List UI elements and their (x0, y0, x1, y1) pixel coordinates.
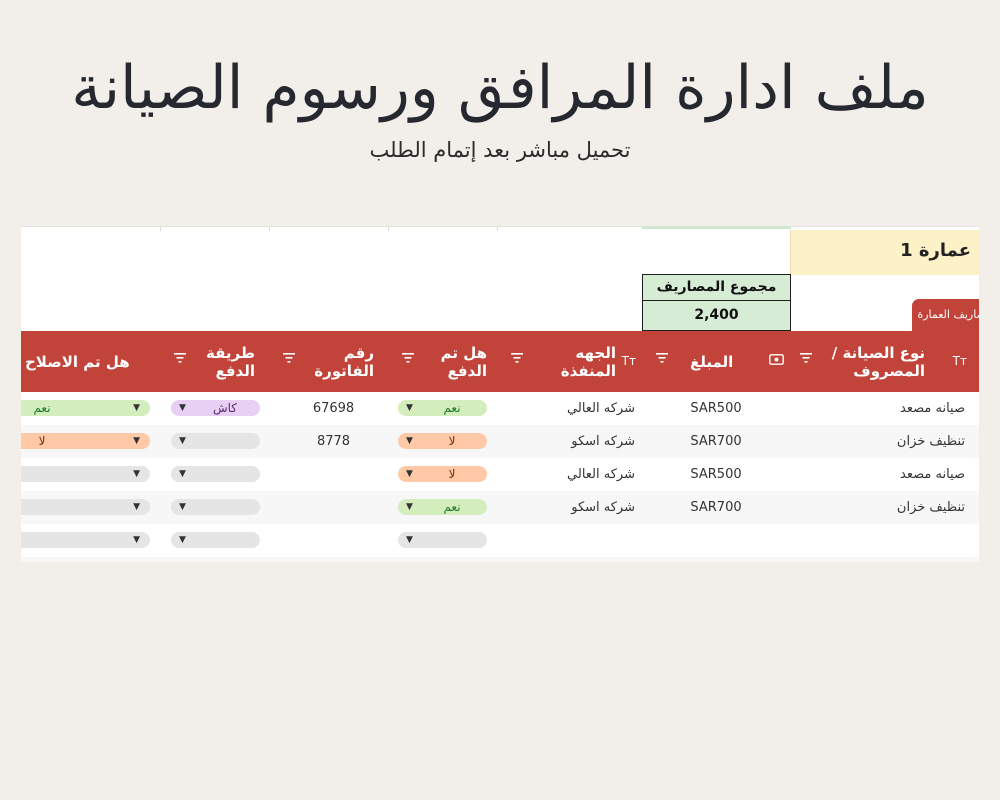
method-dropdown[interactable]: ▼ (171, 499, 260, 515)
cell-vendor[interactable]: شركه اسكو (497, 491, 635, 524)
fixed-dropdown[interactable]: ▼ (21, 466, 150, 482)
paid-dropdown[interactable]: ▼ (398, 532, 487, 548)
paid-dropdown[interactable]: ▼ لا (398, 466, 487, 482)
cell-type[interactable]: تنظيف خزان (790, 491, 965, 524)
page-title: ملف ادارة المرافق ورسوم الصيانة (71, 53, 929, 123)
fixed-dropdown[interactable]: ▼ (21, 532, 150, 548)
fixed-dropdown[interactable]: ▼ لا (21, 433, 150, 449)
total-expenses-label[interactable]: مجموع المصاريف (642, 274, 791, 301)
chevron-down-icon: ▼ (133, 469, 140, 479)
chevron-down-icon: ▼ (406, 535, 413, 545)
cell-type[interactable]: تنظيف خزان (790, 425, 965, 458)
filter-icon[interactable] (174, 353, 186, 363)
cell-amount[interactable]: SAR700 (642, 425, 790, 458)
grid-line (269, 227, 270, 231)
table-row: تنظيف خزان SAR700 شركه اسكو ▼ نعم ▼ ▼ (21, 491, 979, 524)
column-header-vendor[interactable]: Tт الجهه المنفذة (497, 331, 642, 392)
grid-line (497, 227, 498, 231)
cell-amount[interactable]: SAR700 (642, 491, 790, 524)
cell-type[interactable] (790, 524, 965, 557)
building-name-cell[interactable]: عمارة 1 (790, 230, 979, 275)
cell-amount[interactable]: SAR500 (642, 392, 790, 425)
chevron-down-icon: ▼ (179, 436, 186, 446)
chevron-down-icon: ▼ (133, 535, 140, 545)
chevron-down-icon: ▼ (133, 403, 140, 413)
fixed-dropdown[interactable]: ▼ (21, 499, 150, 515)
table-row: صيانه مصعد SAR500 شركه العالي ▼ نعم 6769… (21, 392, 979, 425)
method-dropdown[interactable]: ▼ (171, 466, 260, 482)
table-row: صيانه مصعد SAR500 شركه العالي ▼ لا ▼ ▼ (21, 458, 979, 491)
text-type-icon: Tт (952, 354, 967, 368)
column-header-invoice[interactable]: رقم الفاتورة (269, 331, 388, 392)
cell-vendor[interactable] (497, 524, 635, 557)
column-header-amount[interactable]: المبلغ (642, 331, 790, 392)
filter-icon[interactable] (511, 353, 523, 363)
chevron-down-icon: ▼ (133, 502, 140, 512)
method-dropdown[interactable]: ▼ (171, 532, 260, 548)
column-header-paid[interactable]: هل تم الدفع (388, 331, 497, 392)
cell-invoice[interactable] (279, 524, 388, 557)
cell-amount[interactable] (642, 524, 790, 557)
page-subtitle: تحميل مباشر بعد إتمام الطلب (369, 138, 631, 162)
cell-vendor[interactable]: شركه اسكو (497, 425, 635, 458)
column-header-method[interactable]: طريقة الدفع (160, 331, 269, 392)
table-row: تنظيف خزان SAR700 شركه اسكو ▼ لا 8778 ▼ … (21, 425, 979, 458)
grid-line (388, 227, 389, 231)
cell-amount[interactable]: SAR500 (642, 458, 790, 491)
cell-invoice[interactable]: 8778 (279, 425, 388, 458)
column-header-type[interactable]: Tт نوع الصيانة / المصروف (790, 331, 979, 392)
filter-icon[interactable] (656, 353, 668, 363)
cell-invoice[interactable] (279, 458, 388, 491)
table-row: ▼ ▼ ▼ (21, 524, 979, 557)
cell-invoice[interactable]: 67698 (279, 392, 388, 425)
chevron-down-icon: ▼ (179, 535, 186, 545)
grid-line (160, 227, 161, 231)
spreadsheet: عمارة 1 مجموع المصاريف 2,400 مصاريف العم… (21, 226, 979, 562)
paid-dropdown[interactable]: ▼ نعم (398, 499, 487, 515)
table-header-row: Tт نوع الصيانة / المصروف المبلغ Tт الجهه… (21, 331, 979, 392)
cell-type[interactable]: صيانه مصعد (790, 392, 965, 425)
total-expenses-value[interactable]: 2,400 (642, 301, 791, 331)
cell-vendor[interactable]: شركه العالي (497, 392, 635, 425)
filter-icon[interactable] (402, 353, 414, 363)
chevron-down-icon: ▼ (179, 502, 186, 512)
method-dropdown[interactable]: ▼ كاش (171, 400, 260, 416)
cell-vendor[interactable]: شركه العالي (497, 458, 635, 491)
chevron-down-icon: ▼ (133, 436, 140, 446)
method-dropdown[interactable]: ▼ (171, 433, 260, 449)
table-row (21, 557, 979, 562)
filter-icon[interactable] (283, 353, 295, 363)
cell-type[interactable]: صيانه مصعد (790, 458, 965, 491)
chevron-down-icon: ▼ (179, 403, 186, 413)
chevron-down-icon: ▼ (406, 502, 413, 512)
grid-highlight (642, 226, 791, 229)
chevron-down-icon: ▼ (179, 469, 186, 479)
paid-dropdown[interactable]: ▼ نعم (398, 400, 487, 416)
chevron-down-icon: ▼ (406, 469, 413, 479)
paid-dropdown[interactable]: ▼ لا (398, 433, 487, 449)
sheet-tab-building-expenses[interactable]: مصاريف العمارة (912, 299, 979, 331)
building-name: عمارة 1 (900, 240, 971, 261)
column-header-fixed[interactable]: هل تم الاصلاح (21, 331, 160, 392)
fixed-dropdown[interactable]: ▼ نعم (21, 400, 150, 416)
text-type-icon: Tт (621, 354, 636, 368)
chevron-down-icon: ▼ (406, 403, 413, 413)
cell-invoice[interactable] (279, 491, 388, 524)
banknote-icon (769, 352, 784, 370)
chevron-down-icon: ▼ (406, 436, 413, 446)
filter-icon[interactable] (800, 353, 812, 363)
